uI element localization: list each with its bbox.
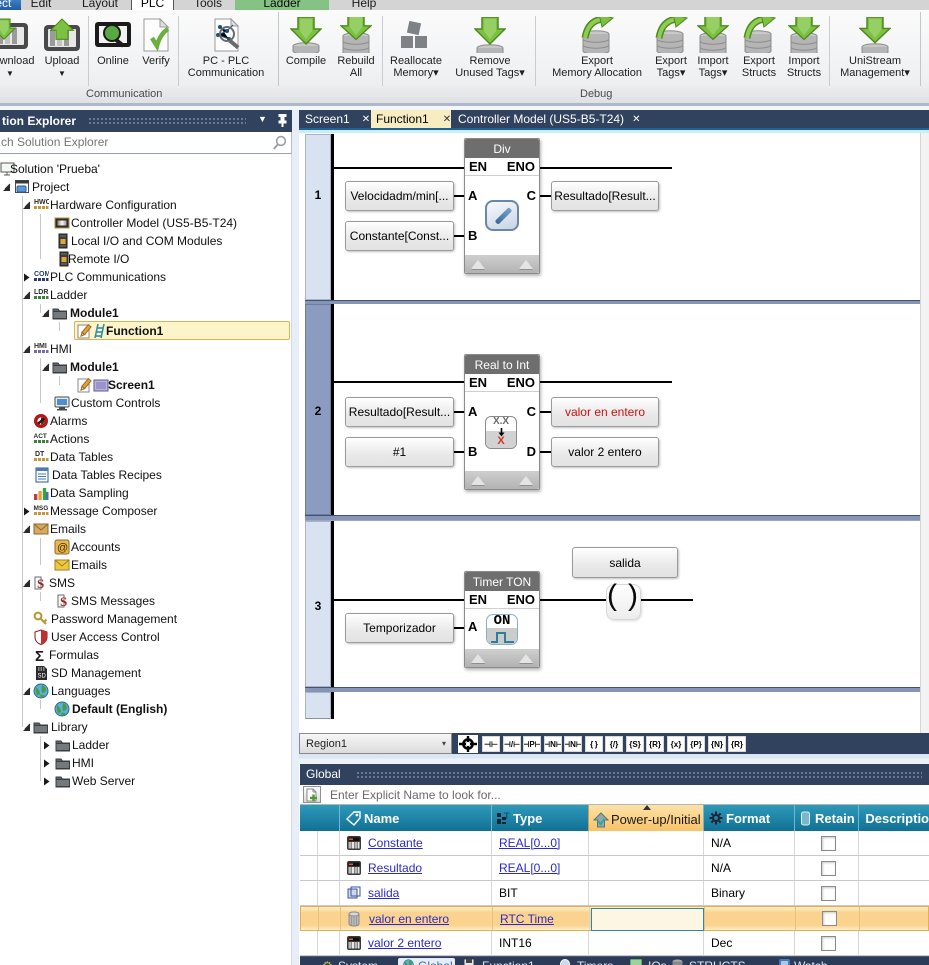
svg-text:T: T bbox=[504, 811, 510, 821]
